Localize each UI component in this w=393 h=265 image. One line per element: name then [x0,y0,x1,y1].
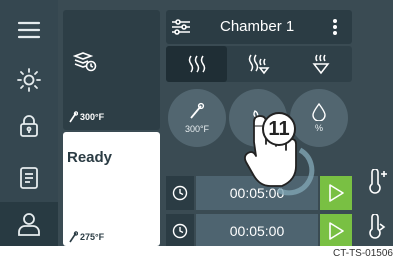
steam-icon [311,54,330,75]
temperature-setting[interactable]: 300°F [168,89,226,147]
side-nav [0,0,58,246]
heat-steam-icon [248,54,270,75]
preheat-stack-icon [73,52,97,72]
probe-thermometer-add-icon [368,169,387,194]
heat-waves-icon [188,55,205,73]
timer-row: 00:05:00 [166,214,352,246]
timer-time-field[interactable]: 00:05:00 [196,214,318,246]
settings-button[interactable] [166,10,196,44]
temperature-value: 300°F [184,124,210,134]
play-icon [329,222,344,240]
nav-menu-button[interactable] [0,8,58,52]
lock-icon [20,115,38,137]
timer-clock-button[interactable] [166,176,194,210]
mode-combi-tab[interactable] [228,46,289,82]
cooking-mode-tabs [166,46,352,82]
timer-start-button[interactable] [320,214,352,246]
chamber-menu-button[interactable] [318,10,352,44]
probe-status-button[interactable] [360,207,393,246]
recipe-book-icon [20,167,38,189]
press-gesture-overlay [243,115,315,196]
more-vertical-icon [333,19,337,35]
preheat-temp: 300°F [80,112,105,122]
ready-tile[interactable]: Ready 275°F [63,132,160,246]
mode-convection-tab[interactable] [166,46,227,82]
sliders-icon [172,19,190,35]
probe-temp: 275°F [80,232,105,242]
sun-icon [17,68,41,92]
nav-brightness-button[interactable] [0,58,58,102]
nav-recipes-button[interactable] [0,156,58,200]
probe-thermometer-icon [368,214,385,239]
user-icon [18,213,40,236]
probe-add-button[interactable] [360,162,393,202]
nav-lock-button[interactable] [0,104,58,148]
nav-user-button[interactable] [0,202,58,246]
timer-clock-button[interactable] [166,214,194,246]
hamburger-icon [17,21,41,39]
oven-touchscreen: 300°F Ready 275°F Chamber 1 300°F % 00:0… [0,0,393,246]
preheat-tile[interactable]: 300°F [63,10,160,130]
clock-icon [172,223,188,239]
probe-icon [69,111,78,123]
status-text: Ready [67,149,113,166]
chamber-title: Chamber 1 [220,18,295,35]
chamber-header: Chamber 1 [166,10,352,44]
probe-icon [69,231,78,243]
probe-icon [190,102,205,119]
clock-icon [172,185,188,201]
figure-caption: CT-TS-01506 [332,248,393,259]
mode-steam-tab[interactable] [290,46,351,82]
callout-number-badge: 11 [262,112,296,146]
